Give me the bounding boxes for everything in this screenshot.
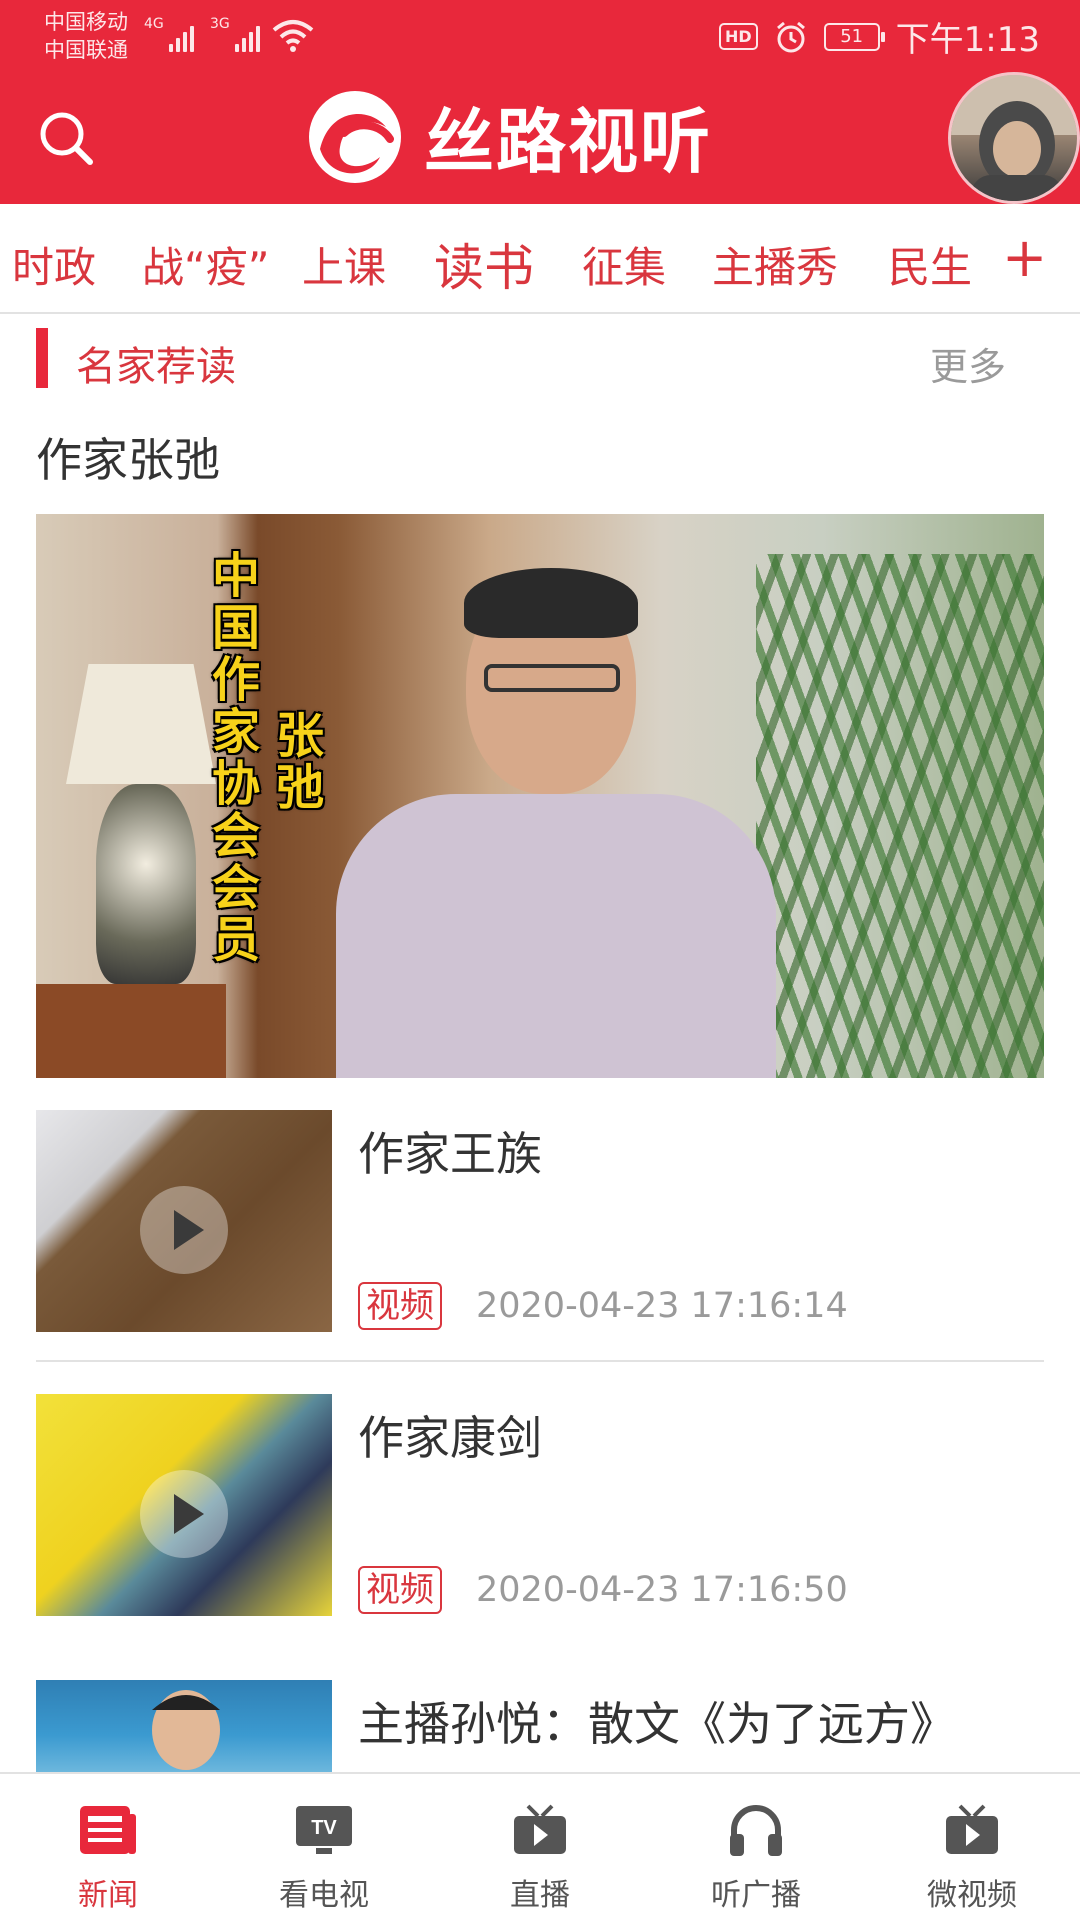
wifi-icon	[272, 20, 314, 52]
tab-zhanyi[interactable]: 战“疫”	[142, 234, 270, 295]
section-accent-bar	[36, 328, 48, 388]
play-icon[interactable]	[140, 1470, 228, 1558]
tab-shangke[interactable]: 上课	[302, 234, 386, 295]
item-title: 主播孙悦：散文《为了远方》	[358, 1697, 956, 1751]
carrier-info: 中国移动 中国联通	[44, 8, 128, 64]
item-title: 作家康剑	[358, 1411, 542, 1465]
news-icon	[80, 1806, 136, 1854]
item-time: 2020-04-23 17:16:14	[476, 1286, 848, 1326]
item-title: 作家王族	[358, 1127, 542, 1181]
featured-video-thumbnail[interactable]: 中国作家协会会员 张弛	[36, 514, 1044, 1078]
anchor-photo	[152, 1690, 220, 1770]
hd-icon: HD	[718, 23, 758, 50]
list-item[interactable]: 作家王族 视频 2020-04-23 17:16:14	[36, 1110, 1044, 1332]
nav-live[interactable]: 直播	[432, 1774, 648, 1920]
category-tabs: 时政 战“疫” 上课 读书 征集 主播秀 民生 +	[0, 204, 1080, 314]
side-table	[36, 984, 226, 1078]
item-time: 2020-04-23 17:16:50	[476, 1570, 848, 1610]
status-time: 下午1:13	[895, 20, 1040, 60]
nav-radio[interactable]: 听广播	[648, 1774, 864, 1920]
nav-watch-tv[interactable]: TV 看电视	[216, 1774, 432, 1920]
video-tag: 视频	[358, 1566, 442, 1614]
add-tab-button[interactable]: +	[1002, 226, 1047, 289]
status-bar: 中国移动 中国联通 4G 3G HD 51 下午1:13	[0, 0, 1080, 70]
more-link[interactable]: 更多	[930, 336, 1006, 391]
signal-2-icon: 3G	[210, 16, 260, 52]
item-thumbnail[interactable]	[36, 1680, 332, 1772]
nav-micro-video[interactable]: 微视频	[864, 1774, 1080, 1920]
tab-shizheng[interactable]: 时政	[12, 234, 96, 295]
carrier-2: 中国联通	[44, 38, 128, 62]
item-thumbnail[interactable]	[36, 1110, 332, 1332]
bottom-nav: 新闻 TV 看电视 直播 听广播 微视频	[0, 1772, 1080, 1920]
item-thumbnail[interactable]	[36, 1394, 332, 1616]
headphones-icon	[730, 1805, 782, 1856]
live-icon	[514, 1804, 566, 1854]
avatar[interactable]	[948, 72, 1080, 204]
app-logo: 丝路视听	[300, 86, 712, 187]
play-icon[interactable]	[140, 1186, 228, 1274]
carrier-1: 中国移动	[44, 10, 128, 34]
app-header: 中国移动 中国联通 4G 3G HD 51 下午1:13 丝路视听	[0, 0, 1080, 204]
vase	[96, 784, 196, 984]
tab-dushu[interactable]: 读书	[434, 228, 534, 300]
section-title: 名家荐读	[76, 344, 236, 390]
speaker-figure	[336, 568, 776, 1078]
lamp-shade	[66, 664, 216, 784]
caption-name: 张弛	[275, 708, 324, 816]
svg-text:TV: TV	[311, 1817, 337, 1839]
user-photo	[951, 75, 1077, 201]
app-name: 丝路视听	[424, 101, 712, 183]
divider	[36, 1360, 1044, 1362]
signal-1-icon: 4G	[144, 16, 194, 52]
nav-news[interactable]: 新闻	[0, 1774, 216, 1920]
featured-title[interactable]: 作家张弛	[36, 424, 220, 490]
list-item[interactable]: 作家康剑 视频 2020-04-23 17:16:50	[36, 1394, 1044, 1616]
status-right: HD 51 下午1:13	[718, 12, 1040, 61]
alarm-icon	[776, 21, 805, 52]
battery-icon: 51	[823, 22, 885, 51]
plant	[756, 554, 1044, 1078]
search-icon[interactable]	[36, 108, 96, 168]
tab-minsheng[interactable]: 民生	[888, 234, 972, 295]
tab-zhuboxiu[interactable]: 主播秀	[712, 234, 838, 295]
tv-icon: TV	[296, 1806, 352, 1854]
caption-title: 中国作家协会会员	[211, 548, 260, 968]
video-tag: 视频	[358, 1282, 442, 1330]
list-item[interactable]: 主播孙悦：散文《为了远方》	[36, 1680, 1044, 1772]
tab-zhengji[interactable]: 征集	[582, 234, 666, 295]
logo-mark-icon	[309, 90, 401, 183]
video-icon	[946, 1804, 998, 1854]
